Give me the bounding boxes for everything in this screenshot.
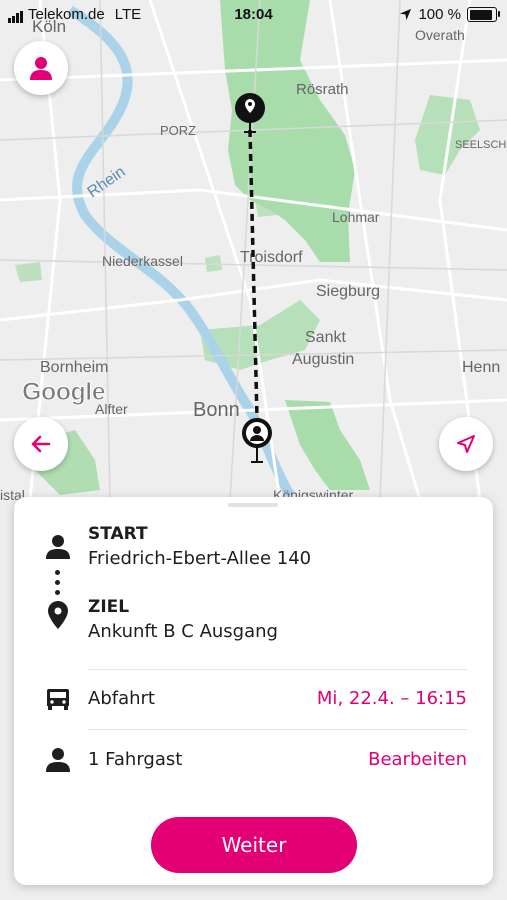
map-label: Rösrath [296,81,349,98]
map-label: Sankt [305,329,346,346]
start-title: START [88,524,148,544]
departure-label: Abfahrt [88,688,155,709]
edit-passengers-link[interactable]: Bearbeiten [368,749,467,770]
location-pin-icon [48,601,68,629]
location-arrow-icon [400,8,412,21]
map-label: Lohmar [332,209,380,225]
status-right: 100 % [399,6,500,23]
map-label: Niederkassel [102,253,183,269]
person-icon [46,535,70,559]
map-label: SEELSCH [455,139,506,151]
divider [88,669,467,670]
map-label: PORZ [160,123,196,138]
status-bar: Telekom.de LTE 18:04 100 % [0,0,507,30]
map-label: Troisdorf [240,249,303,266]
continue-button[interactable]: Weiter [151,817,357,873]
arrow-left-icon [31,435,51,453]
navigation-arrow-icon [457,435,475,453]
google-attribution: Google [21,378,106,407]
battery-level [469,9,492,20]
back-button[interactable] [14,417,68,471]
sheet-handle[interactable] [228,503,278,507]
map-label: Augustin [292,351,354,368]
battery-icon [467,7,500,22]
profile-button[interactable] [14,41,68,95]
map-label: Siegburg [316,283,380,300]
destination-title: ZIEL [88,597,130,617]
route-sheet: START Friedrich-Ebert-Allee 140 ZIEL Ank… [14,497,493,885]
map-label: Bornheim [40,359,108,376]
passengers-label: 1 Fahrgast [88,749,183,770]
car-icon [47,689,69,710]
start-address[interactable]: Friedrich-Ebert-Allee 140 [88,548,311,569]
locate-me-button[interactable] [439,417,493,471]
battery-percent: 100 % [418,6,461,23]
destination-address[interactable]: Ankunft B C Ausgang [88,621,278,642]
map-label: Henn [462,359,500,376]
person-icon [30,57,52,80]
divider [88,729,467,730]
departure-value[interactable]: Mi, 22.4. – 16:15 [317,688,467,709]
map-label: Bonn [193,399,240,421]
passenger-icon [46,748,70,772]
